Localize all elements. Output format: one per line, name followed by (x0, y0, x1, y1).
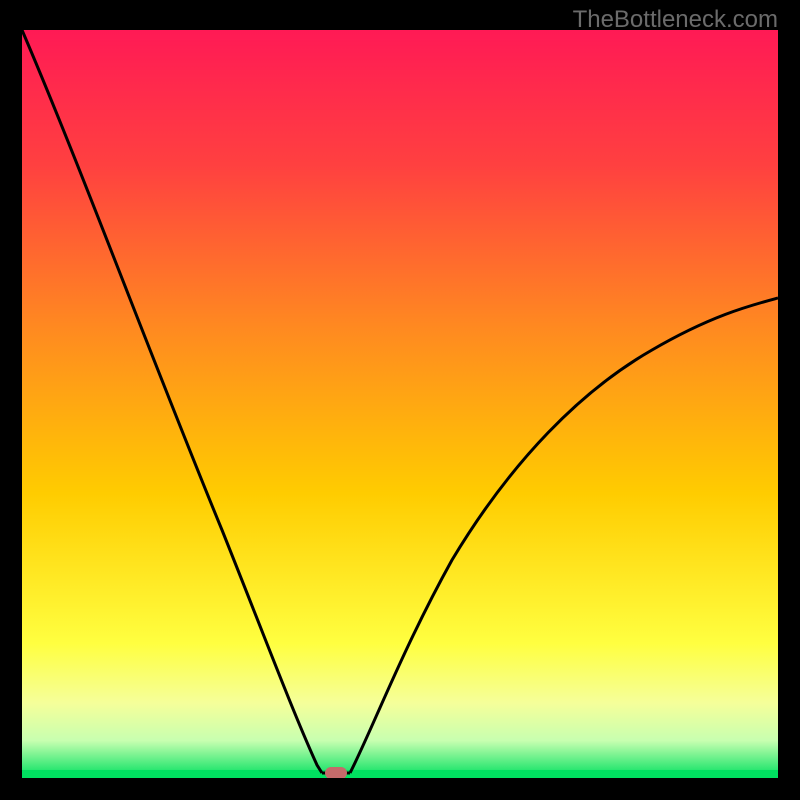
bottom-green-band (22, 770, 778, 778)
chart-frame (22, 30, 778, 778)
minimum-marker (325, 767, 347, 778)
watermark-text: TheBottleneck.com (573, 6, 778, 34)
bottleneck-chart (22, 30, 778, 778)
